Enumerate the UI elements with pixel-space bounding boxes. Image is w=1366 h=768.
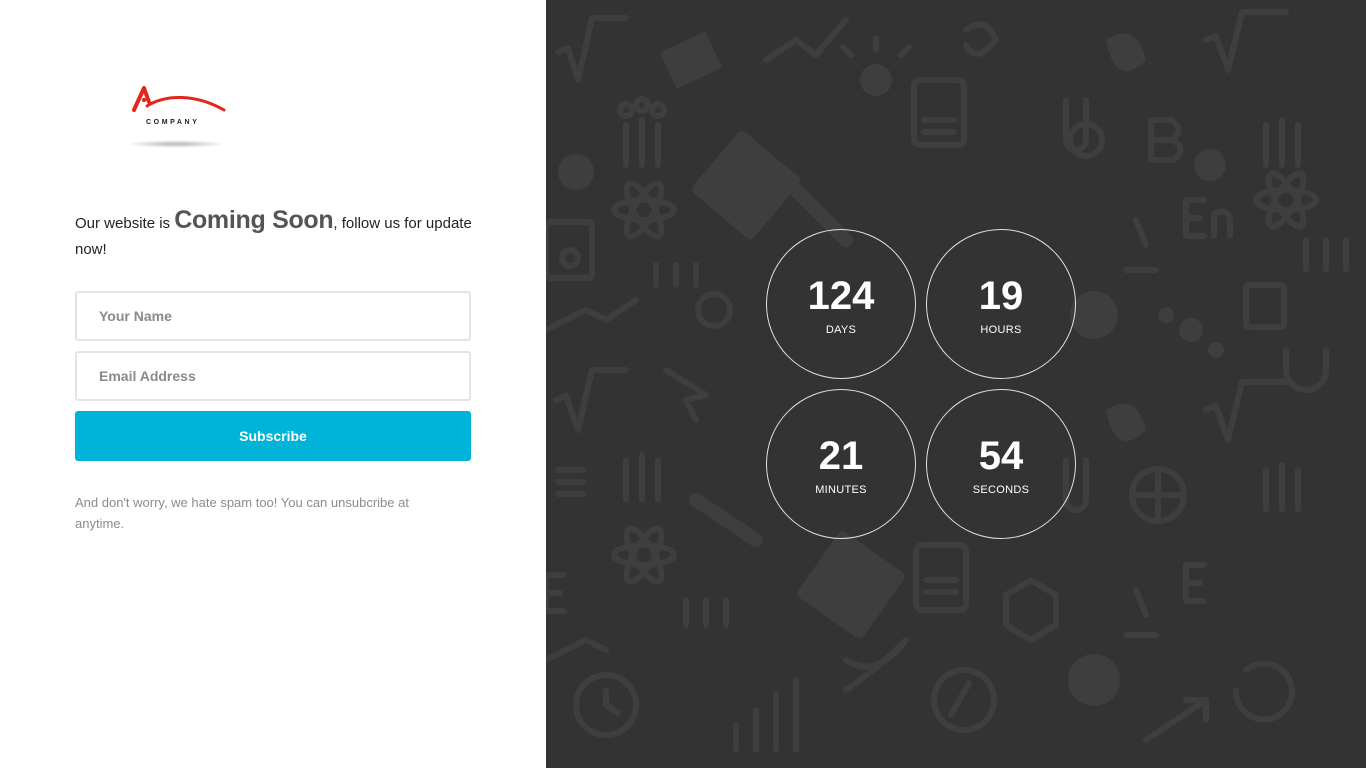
apple-icon — [1068, 654, 1120, 706]
apple-icon — [1194, 149, 1226, 181]
name-input[interactable] — [75, 291, 471, 341]
book-icon — [1148, 117, 1184, 163]
people-icon — [1263, 462, 1301, 513]
molecule-icon — [653, 262, 699, 288]
list-icon — [555, 467, 586, 497]
refresh-icon — [1232, 660, 1295, 723]
hexagon-icon — [1003, 577, 1059, 643]
pencil-icon — [689, 493, 763, 547]
media-icon — [546, 219, 595, 281]
seconds-value: 54 — [978, 434, 1024, 478]
calculator-icon — [692, 131, 800, 239]
microscope-icon — [1123, 217, 1159, 273]
sqrt-icon — [1203, 379, 1289, 443]
subscribe-button[interactable]: Subscribe — [75, 411, 471, 461]
logo-caption: COMPANY — [146, 119, 200, 126]
atom-icon — [1253, 170, 1319, 230]
microscope-icon — [1123, 587, 1159, 638]
molecule-icon — [1158, 307, 1224, 358]
book-icon — [1243, 282, 1287, 330]
compass-icon — [931, 667, 997, 733]
puzzle-icon — [659, 31, 723, 89]
calculator-icon — [913, 542, 969, 613]
headline: Our website is Coming Soon, follow us fo… — [75, 207, 475, 263]
dna-icon — [843, 637, 909, 693]
countdown-days: 124 DAYS — [766, 229, 916, 379]
countdown-panel: 124 DAYS 19 HOURS 21 MINUTES 54 SECONDS — [546, 0, 1366, 768]
email-input[interactable] — [75, 351, 471, 401]
chart-icon — [733, 677, 799, 753]
sqrt-icon — [1203, 9, 1289, 73]
leaf-icon — [1106, 403, 1146, 442]
arrow-icon — [546, 637, 609, 663]
calculator-icon — [911, 77, 967, 148]
leaf-icon — [1106, 33, 1146, 72]
headline-prefix: Our website is — [75, 215, 175, 232]
calculator-icon — [797, 531, 905, 639]
lightbulb-icon — [840, 35, 912, 96]
test-tube-icon — [1303, 237, 1349, 273]
days-value: 124 — [807, 274, 875, 318]
test-tube-icon — [1063, 97, 1105, 159]
en-text-icon — [1183, 562, 1207, 604]
headline-highlight: Coming Soon — [174, 206, 334, 234]
coming-soon-page: COMPANY Our website is Coming Soon, foll… — [0, 0, 1366, 768]
apple-icon — [1070, 291, 1118, 339]
spam-note: And don't worry, we hate spam too! You c… — [75, 495, 409, 531]
hours-value: 19 — [978, 274, 1024, 318]
countdown-hours: 19 HOURS — [926, 229, 1076, 379]
atom-icon — [611, 525, 677, 585]
clock-icon — [573, 672, 639, 738]
om-icon — [963, 21, 999, 57]
hours-label: HOURS — [980, 324, 1022, 336]
pointer-icon — [663, 367, 709, 423]
arrow-icon — [1143, 697, 1209, 743]
globe-icon — [1129, 466, 1187, 524]
arrow-icon — [546, 297, 639, 333]
countdown-minutes: 21 MINUTES — [766, 389, 916, 539]
sqrt-icon — [553, 367, 629, 433]
en-text-icon — [1183, 197, 1233, 239]
sqrt-icon — [555, 15, 629, 83]
atom-icon — [611, 180, 677, 240]
people-icon — [623, 452, 661, 503]
en-text-icon — [546, 572, 567, 614]
people-icon — [1263, 117, 1301, 168]
drop-icon — [695, 291, 733, 329]
minutes-value: 21 — [818, 434, 864, 478]
countdown-seconds: 54 SECONDS — [926, 389, 1076, 539]
days-label: DAYS — [825, 324, 857, 336]
signup-panel: COMPANY Our website is Coming Soon, foll… — [0, 0, 546, 768]
seconds-label: SECONDS — [972, 484, 1030, 496]
education-icons-pattern — [546, 9, 1349, 753]
molecule-icon — [683, 597, 729, 628]
people-icon — [617, 96, 667, 168]
magnet-icon — [1283, 347, 1329, 393]
apple-icon — [558, 154, 594, 190]
minutes-label: MINUTES — [815, 484, 867, 496]
company-logo: COMPANY — [118, 80, 236, 152]
chart-icon — [763, 17, 849, 63]
